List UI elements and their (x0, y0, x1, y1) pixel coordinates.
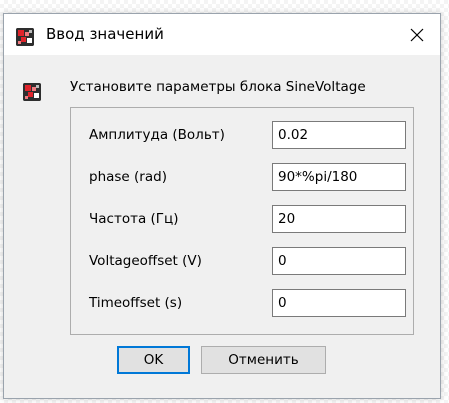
field-label-phase: phase (rad) (89, 169, 167, 185)
dialog-prompt: Установите параметры блока SineVoltage (70, 79, 366, 95)
parameters-panel: Амплитуда (Вольт) phase (rad) Частота (Г… (70, 107, 414, 335)
desktop-background: Ввод значений Установите параметры блока… (0, 0, 449, 403)
dialog-title: Ввод значений (46, 25, 164, 43)
field-label-frequency: Частота (Гц) (89, 211, 179, 227)
field-row-time-offset: Timeoffset (s) (71, 289, 413, 317)
app-icon (16, 28, 34, 46)
ok-button[interactable]: OK (117, 346, 190, 374)
phase-input[interactable] (272, 163, 406, 191)
field-label-amplitude: Амплитуда (Вольт) (89, 127, 225, 143)
time-offset-input[interactable] (272, 289, 406, 317)
input-dialog: Ввод значений Установите параметры блока… (3, 13, 441, 399)
close-icon (410, 28, 424, 41)
field-label-voltage-offset: Voltageoffset (V) (89, 253, 202, 269)
cancel-button[interactable]: Отменить (201, 346, 326, 374)
field-row-frequency: Частота (Гц) (71, 205, 413, 233)
field-label-time-offset: Timeoffset (s) (89, 295, 183, 311)
field-row-voltage-offset: Voltageoffset (V) (71, 247, 413, 275)
field-row-amplitude: Амплитуда (Вольт) (71, 121, 413, 149)
title-bar: Ввод значений (4, 14, 440, 55)
field-row-phase: phase (rad) (71, 163, 413, 191)
voltage-offset-input[interactable] (272, 247, 406, 275)
block-icon (23, 83, 41, 101)
dialog-content: Установите параметры блока SineVoltage А… (4, 55, 440, 398)
frequency-input[interactable] (272, 205, 406, 233)
amplitude-input[interactable] (272, 121, 406, 149)
close-button[interactable] (394, 14, 440, 55)
